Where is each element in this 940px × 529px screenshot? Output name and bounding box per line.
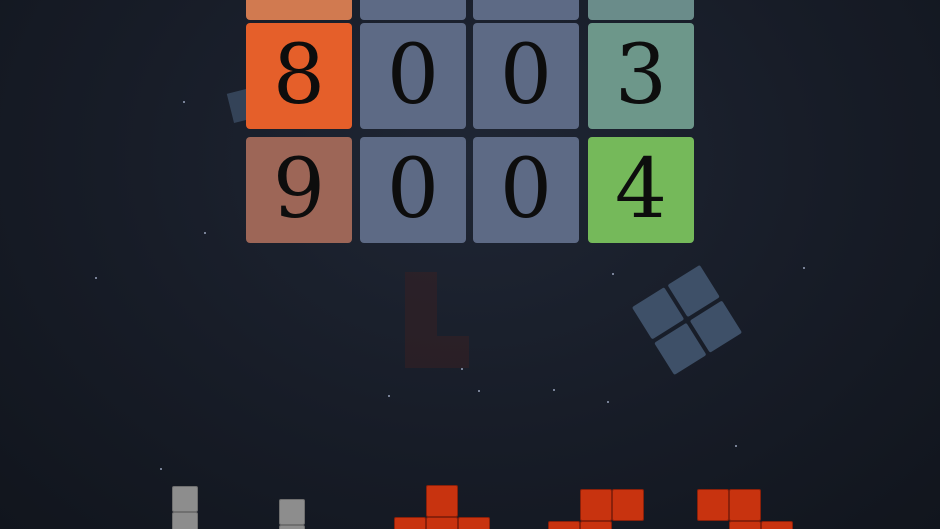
star <box>612 273 614 275</box>
tile[interactable]: 0 <box>360 23 466 129</box>
tile-value: 4 <box>614 142 668 237</box>
ghost-piece <box>405 272 437 368</box>
block-cell <box>172 486 198 512</box>
star <box>478 390 480 392</box>
tile-value: 9 <box>272 142 326 237</box>
ghost-piece <box>437 336 469 368</box>
block-cell <box>612 489 644 521</box>
tile[interactable]: 9 <box>246 137 352 243</box>
tile-value: 0 <box>499 28 553 123</box>
block-cell <box>426 517 458 529</box>
tile-value: 0 <box>386 142 440 237</box>
star <box>95 277 97 279</box>
tile[interactable]: 0 <box>360 137 466 243</box>
block-cell <box>697 489 729 521</box>
number-grid: 8 0 0 3 9 0 0 4 <box>246 0 694 243</box>
block-cell <box>580 489 612 521</box>
block-cell <box>761 521 793 529</box>
block-cell <box>458 517 490 529</box>
block-cell <box>729 489 761 521</box>
tile[interactable] <box>473 0 579 20</box>
block-cell <box>426 485 458 517</box>
block-cell <box>548 521 580 529</box>
tile-value: 8 <box>272 28 326 123</box>
block-cell <box>394 517 426 529</box>
tile-value: 0 <box>499 142 553 237</box>
star <box>183 101 185 103</box>
block-cell <box>729 521 761 529</box>
star <box>204 232 206 234</box>
star <box>388 395 390 397</box>
block-cell <box>279 499 305 525</box>
star <box>461 368 463 370</box>
star <box>607 401 609 403</box>
falling-square-piece <box>631 264 743 376</box>
tile[interactable]: 3 <box>588 23 694 129</box>
tile[interactable]: 8 <box>246 23 352 129</box>
star <box>803 267 805 269</box>
tile-value: 3 <box>614 28 668 123</box>
tile[interactable]: 4 <box>588 137 694 243</box>
tile[interactable] <box>360 0 466 20</box>
star <box>735 445 737 447</box>
tile[interactable] <box>246 0 352 20</box>
star <box>160 468 162 470</box>
tile-value: 0 <box>386 28 440 123</box>
block-cell <box>172 512 198 529</box>
star <box>553 389 555 391</box>
tile[interactable]: 0 <box>473 137 579 243</box>
tile[interactable]: 0 <box>473 23 579 129</box>
tile[interactable] <box>588 0 694 20</box>
block-cell <box>580 521 612 529</box>
block-cell <box>279 525 305 529</box>
